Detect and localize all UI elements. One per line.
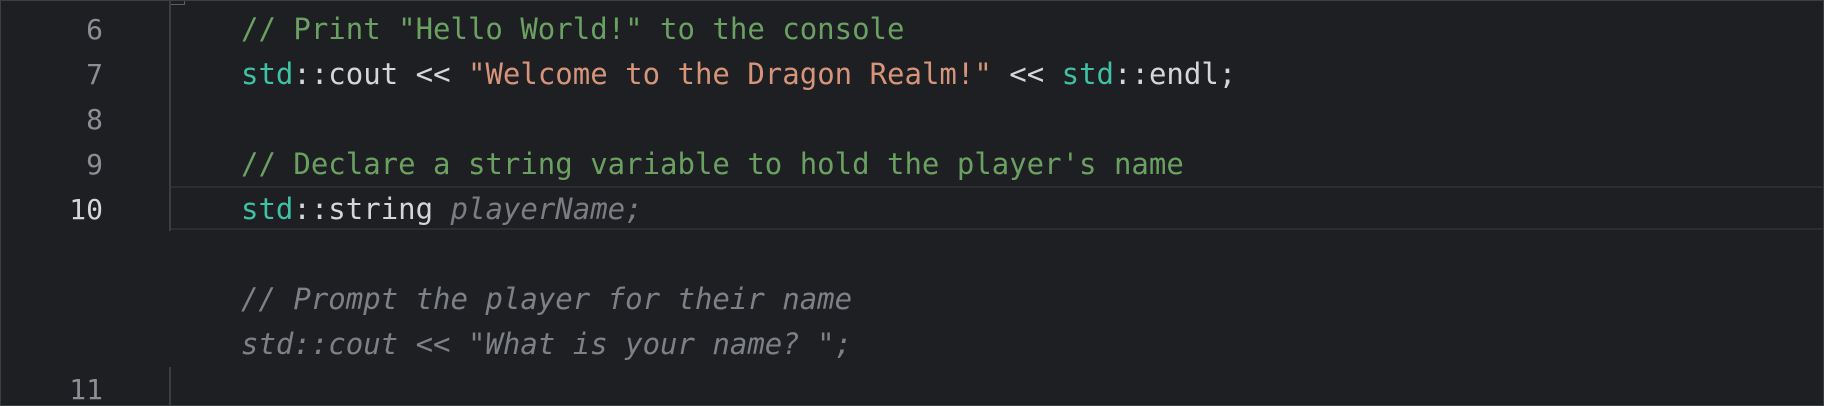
code-text[interactable]: // Prompt the player for their name	[241, 277, 852, 322]
code-line[interactable]: 6 // Print "Hello World!" to the console	[1, 7, 1823, 52]
code-line[interactable]: std::cout << "What is your name? ";	[1, 322, 1823, 367]
line-number[interactable]: 7	[1, 52, 103, 97]
code-token-ns: std	[1061, 57, 1115, 91]
code-line[interactable]: 9 // Declare a string variable to hold th…	[1, 142, 1823, 187]
code-token-string: "Welcome to the Dragon Realm!"	[468, 57, 992, 91]
code-line[interactable]	[1, 232, 1823, 277]
code-token-hint: playerName;	[450, 192, 643, 226]
line-number[interactable]: 11	[1, 367, 103, 405]
code-line[interactable]: 8	[1, 97, 1823, 142]
line-number[interactable]: 10	[1, 187, 103, 232]
code-text[interactable]: // Declare a string variable to hold the…	[241, 142, 1184, 187]
code-token-comment: // Print "Hello World!" to the console	[241, 12, 905, 46]
code-token-comment: // Declare a string variable to hold the…	[241, 147, 1184, 181]
code-text[interactable]: // Print "Hello World!" to the console	[241, 7, 904, 52]
code-token-ns: std	[241, 192, 294, 226]
code-text[interactable]: std::cout << "What is your name? ";	[241, 322, 852, 367]
line-number[interactable]: 8	[1, 97, 103, 142]
code-editor[interactable]: 6 // Print "Hello World!" to the console 7…	[0, 0, 1824, 406]
code-line[interactable]: 10 std::string playerName;	[1, 187, 1823, 232]
line-number[interactable]: 6	[1, 7, 103, 52]
code-line[interactable]: // Prompt the player for their name	[1, 277, 1823, 322]
code-token-ghost: // Prompt the player for their name	[241, 282, 853, 316]
code-token-plain: ::endl;	[1114, 57, 1237, 91]
code-token-plain: <<	[991, 57, 1062, 91]
code-text[interactable]: std::string playerName;	[241, 187, 643, 232]
line-number[interactable]: 9	[1, 142, 103, 187]
code-token-ghost: std::cout << "What is your name? ";	[241, 327, 853, 361]
code-text[interactable]: std::cout << "Welcome to the Dragon Real…	[241, 52, 1236, 97]
code-token-ns: std	[241, 57, 294, 91]
code-line[interactable]: 11	[1, 367, 1823, 405]
code-line[interactable]: 7 std::cout << "Welcome to the Dragon Rea…	[1, 52, 1823, 97]
code-token-plain: ::string	[293, 192, 451, 226]
fold-marker-icon[interactable]	[169, 1, 185, 5]
code-token-plain: ::cout <<	[293, 57, 468, 91]
